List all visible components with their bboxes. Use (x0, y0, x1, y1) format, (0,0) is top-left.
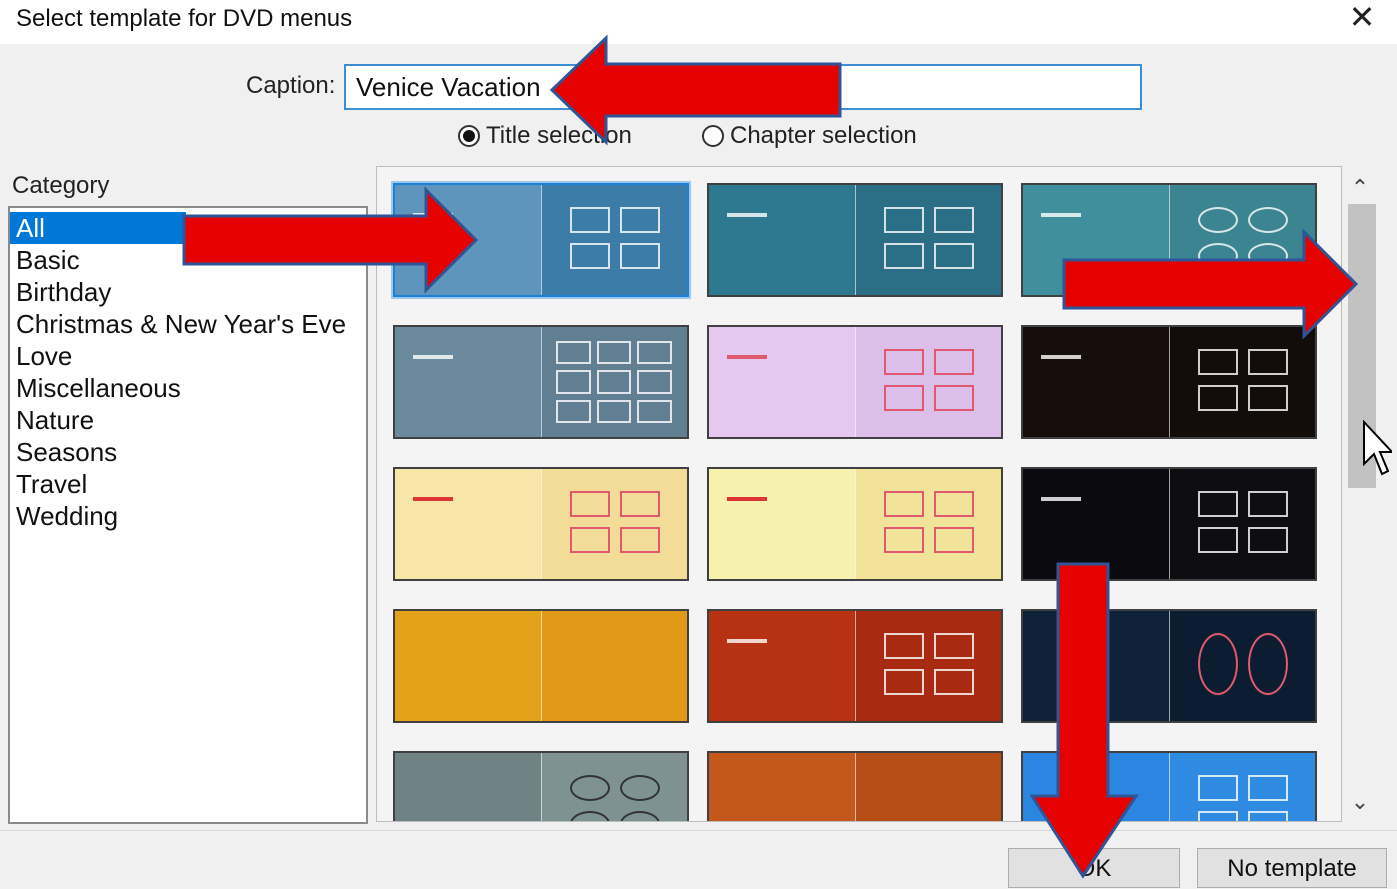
template-right-preview (1169, 469, 1315, 579)
mouse-cursor-icon (1363, 420, 1392, 476)
category-item-seasons[interactable]: Seasons (10, 436, 366, 468)
template-left-preview (395, 753, 541, 821)
template-thumbnail-red-hearts[interactable] (707, 609, 1003, 723)
category-item-wedding[interactable]: Wedding (10, 500, 366, 532)
category-item-love[interactable]: Love (10, 340, 366, 372)
template-thumbnail-slate-gray[interactable] (393, 325, 689, 439)
category-label: Category (12, 172, 110, 199)
template-thumbnail-teal-texture[interactable] (1021, 183, 1317, 297)
template-thumbnail-blue-grass[interactable] (1021, 751, 1317, 821)
title-bar: Select template for DVD menus ✕ (0, 0, 1397, 44)
template-right-preview (541, 327, 687, 437)
category-item-basic[interactable]: Basic (10, 244, 366, 276)
ok-button[interactable]: OK (1008, 848, 1180, 888)
caption-label: Caption: (246, 72, 336, 99)
category-item-birthday[interactable]: Birthday (10, 276, 366, 308)
template-right-preview (541, 753, 687, 821)
template-right-preview (541, 185, 687, 295)
template-thumbnail-christmas-tree-red[interactable] (393, 467, 689, 581)
gallery-scrollbar[interactable]: ⌃ ⌄ (1342, 166, 1378, 822)
footer-divider (0, 830, 1397, 831)
template-left-preview (1023, 753, 1169, 821)
template-left-preview (709, 469, 855, 579)
template-left-preview (395, 185, 541, 295)
template-left-preview (1023, 185, 1169, 295)
category-list[interactable]: All Basic Birthday Christmas & New Year'… (8, 206, 368, 824)
category-item-miscellaneous[interactable]: Miscellaneous (10, 372, 366, 404)
title-selection-label: Title selection (486, 122, 632, 149)
template-gallery[interactable] (376, 166, 1342, 822)
scroll-down-icon[interactable]: ⌄ (1342, 784, 1378, 820)
window-title: Select template for DVD menus (16, 5, 353, 32)
category-item-nature[interactable]: Nature (10, 404, 366, 436)
radio-unchecked-icon (702, 125, 724, 147)
radio-checked-icon (458, 125, 480, 147)
template-right-preview (1169, 611, 1315, 721)
template-thumbnail-gray-frames[interactable] (393, 751, 689, 821)
category-item-all[interactable]: All (10, 212, 186, 244)
template-left-preview (395, 469, 541, 579)
template-left-preview (395, 611, 541, 721)
template-right-preview (855, 753, 1001, 821)
template-thumbnail-blue-waves[interactable] (393, 183, 689, 297)
template-right-preview (1169, 185, 1315, 295)
template-right-preview (855, 185, 1001, 295)
template-right-preview (1169, 753, 1315, 821)
title-selection-radio[interactable]: Title selection (458, 121, 632, 151)
template-left-preview (709, 611, 855, 721)
template-right-preview (855, 611, 1001, 721)
template-thumbnail-sunset-clouds[interactable] (707, 751, 1003, 821)
chapter-selection-label: Chapter selection (730, 122, 917, 149)
template-left-preview (709, 327, 855, 437)
no-template-button[interactable]: No template (1197, 848, 1387, 888)
template-left-preview (1023, 469, 1169, 579)
template-right-preview (541, 611, 687, 721)
category-item-christmas[interactable]: Christmas & New Year's Eve (10, 308, 366, 340)
template-thumbnail-dark-swirls[interactable] (1021, 609, 1317, 723)
template-right-preview (855, 469, 1001, 579)
close-icon[interactable]: ✕ (1345, 0, 1379, 34)
template-thumbnail-birthday-cake[interactable] (1021, 325, 1317, 439)
category-item-travel[interactable]: Travel (10, 468, 366, 500)
caption-input[interactable] (344, 64, 1142, 110)
template-thumbnail-fireworks[interactable] (1021, 467, 1317, 581)
chapter-selection-radio[interactable]: Chapter selection (702, 121, 917, 151)
template-left-preview (1023, 327, 1169, 437)
scroll-up-icon[interactable]: ⌃ (1342, 170, 1378, 206)
template-right-preview (1169, 327, 1315, 437)
template-right-preview (541, 469, 687, 579)
template-left-preview (709, 185, 855, 295)
template-left-preview (1023, 611, 1169, 721)
template-left-preview (395, 327, 541, 437)
template-thumbnail-teal-lines[interactable] (707, 183, 1003, 297)
template-right-preview (855, 327, 1001, 437)
template-thumbnail-party-balloons[interactable] (707, 325, 1003, 439)
template-left-preview (709, 753, 855, 821)
template-thumbnail-glitter-heart[interactable] (393, 609, 689, 723)
template-thumbnail-christmas-tree-yellow[interactable] (707, 467, 1003, 581)
